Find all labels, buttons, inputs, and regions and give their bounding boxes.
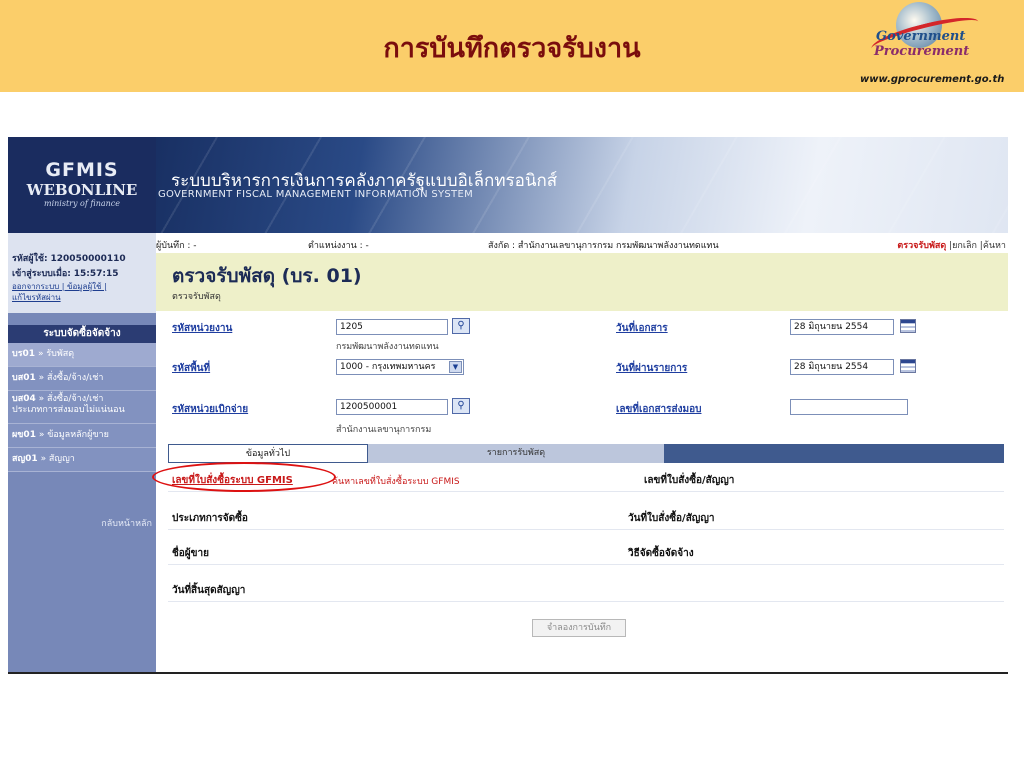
simulate-save-button[interactable]: จำลองการบันทึก [532, 619, 626, 637]
disbursing-unit-search-button[interactable]: ⚲ [452, 398, 470, 414]
row-divider [168, 564, 1004, 565]
menu-label: » สั่งซื้อ/จ้าง/เช่า [38, 394, 104, 404]
vendor-name-label: ชื่อผู้ขาย [172, 548, 209, 559]
magnifier-icon: ⚲ [457, 400, 465, 411]
login-time-value: 15:57:15 [73, 269, 119, 279]
logo-word-government: Government [876, 29, 966, 44]
posting-date-input[interactable]: 28 มิถุนายน 2554 [790, 359, 894, 375]
menu-label: » สั่งซื้อ/จ้าง/เช่า [38, 373, 104, 383]
page-title-band: ตรวจรับพัสดุ (บร. 01) ตรวจรับพัสดุ [156, 253, 1008, 311]
area-code-selected: 1000 - กรุงเทพมหานคร [340, 362, 436, 372]
recorder-info: ผู้บันทึก : - [156, 241, 197, 251]
info-bar: ผู้บันทึก : - ตำแหน่งงาน : - สังกัด : สำ… [156, 233, 1008, 253]
disbursing-unit-name-text: สำนักงานเลขานุการกรม [336, 425, 432, 435]
gfmis-po-search-link[interactable]: ค้นหาเลขที่ใบสั่งซื้อระบบ GFMIS [332, 474, 460, 488]
sidebar-item-pk01[interactable]: ผข01 » ข้อมูลหลักผู้ขาย [8, 424, 156, 448]
unit-name-text: กรมพัฒนาพลังงานทดแทน [336, 342, 439, 352]
chevron-down-icon[interactable]: ▼ [449, 361, 462, 373]
menu-label: » รับพัสดุ [37, 349, 75, 359]
gfmis-logo-line3: ministry of finance [43, 199, 120, 208]
user-links[interactable]: ออกจากระบบ | ข้อมูลผู้ใช้ | แก้ไขรหัสผ่า… [12, 281, 107, 303]
row-divider [168, 491, 1004, 492]
login-time-label: เข้าสู่ระบบเมื่อ: [12, 269, 71, 279]
doc-date-input[interactable]: 28 มิถุนายน 2554 [790, 319, 894, 335]
tab-bar: ข้อมูลทั่วไป รายการรับพัสดุ [168, 444, 1004, 463]
sidebar-item-sy01[interactable]: สญ01 » สัญญา [8, 448, 156, 472]
gprocurement-logo: Government Procurement www.gprocurement.… [860, 2, 1020, 90]
sidebar-item-bs01[interactable]: บส01 » สั่งซื้อ/จ้าง/เช่า [8, 367, 156, 391]
affiliation-info: สังกัด : สำนักงานเลขานุการกรม กรมพัฒนาพล… [488, 241, 719, 251]
row-divider [168, 529, 1004, 530]
doc-date-label[interactable]: วันที่เอกสาร [616, 321, 668, 336]
delivery-doc-input[interactable] [790, 399, 908, 415]
unit-code-input[interactable]: 1205 [336, 319, 448, 335]
action-cancel-link[interactable]: |ยกเลิก [949, 241, 977, 251]
po-contract-date-label: วันที่ใบสั่งซื้อ/สัญญา [628, 513, 715, 524]
unit-code-search-button[interactable]: ⚲ [452, 318, 470, 334]
menu-code: ผข01 [12, 430, 36, 440]
user-info-panel: รหัสผู้ใช้: 120050000110 เข้าสู่ระบบเมื่… [8, 233, 156, 313]
procurement-type-label: ประเภทการจัดซื้อ [172, 513, 248, 524]
menu-code: บส01 [12, 373, 36, 383]
posting-date-label[interactable]: วันที่ผ่านรายการ [616, 361, 687, 376]
menu-label-line2: ประเภทการส่งมอบไม่แน่นอน [12, 405, 125, 415]
sidebar-item-br01[interactable]: บร01 » รับพัสดุ [8, 343, 156, 367]
disbursing-unit-label[interactable]: รหัสหน่วยเบิกจ่าย [172, 402, 248, 417]
menu-code: บส04 [12, 394, 36, 404]
back-to-home-link[interactable]: กลับหน้าหลัก [101, 516, 152, 530]
sidebar: รหัสผู้ใช้: 120050000110 เข้าสู่ระบบเมื่… [8, 233, 156, 672]
change-password-link[interactable]: แก้ไขรหัสผ่าน [12, 292, 107, 303]
page-subtitle: ตรวจรับพัสดุ [172, 292, 221, 302]
login-time-line: เข้าสู่ระบบเมื่อ: 15:57:15 [12, 266, 119, 280]
user-id-value: 120050000110 [50, 254, 126, 264]
tab-received-items[interactable]: รายการรับพัสดุ [368, 444, 664, 463]
menu-label: » สัญญา [40, 454, 75, 464]
action-links: ตรวจรับพัสดุ |ยกเลิก |ค้นหา [897, 238, 1006, 252]
calendar-icon[interactable] [900, 319, 916, 333]
calendar-icon[interactable] [900, 359, 916, 373]
gfmis-logo: GFMIS WEBONLINE ministry of finance [8, 137, 156, 233]
magnifier-icon: ⚲ [457, 320, 465, 331]
sidebar-item-bs04[interactable]: บส04 » สั่งซื้อ/จ้าง/เช่า ประเภทการส่งมอ… [8, 391, 156, 424]
system-name-english: GOVERNMENT FISCAL MANAGEMENT INFORMATION… [158, 189, 474, 200]
office-info: ตำแหน่งงาน : - [308, 241, 369, 251]
logo-url: www.gprocurement.go.th [860, 74, 1005, 85]
user-id-line: รหัสผู้ใช้: 120050000110 [12, 251, 126, 265]
action-receive-link[interactable]: ตรวจรับพัสดุ [897, 241, 946, 251]
gfmis-app-window: GFMIS WEBONLINE ministry of finance ระบบ… [8, 137, 1008, 674]
highlight-oval [152, 462, 336, 492]
tab-general-info[interactable]: ข้อมูลทั่วไป [168, 444, 368, 463]
sidebar-section-title: ระบบจัดซื้อจัดจ้าง [8, 325, 156, 343]
slide-banner: การบันทึกตรวจรับงาน Government Procureme… [0, 0, 1024, 92]
gfmis-logo-line1: GFMIS [45, 159, 119, 181]
user-id-label: รหัสผู้ใช้: [12, 254, 48, 264]
menu-label: » ข้อมูลหลักผู้ขาย [38, 430, 109, 440]
contract-end-date-label: วันที่สิ้นสุดสัญญา [172, 585, 246, 596]
po-contract-number-label: เลขที่ใบสั่งซื้อ/สัญญา [644, 475, 735, 486]
menu-code: สญ01 [12, 454, 38, 464]
area-code-label[interactable]: รหัสพื้นที่ [172, 361, 210, 376]
page-title: ตรวจรับพัสดุ (บร. 01) [172, 265, 362, 287]
procurement-method-label: วิธีจัดซื้อจัดจ้าง [628, 548, 694, 559]
menu-code: บร01 [12, 349, 36, 359]
gfmis-logo-line2: WEBONLINE [26, 181, 138, 199]
logo-word-procurement: Procurement [874, 44, 970, 59]
action-search-link[interactable]: |ค้นหา [980, 241, 1006, 251]
disbursing-unit-input[interactable]: 1200500001 [336, 399, 448, 415]
logout-profile-link[interactable]: ออกจากระบบ | ข้อมูลผู้ใช้ | [12, 281, 107, 292]
row-divider [168, 601, 1004, 602]
main-content: ผู้บันทึก : - ตำแหน่งงาน : - สังกัด : สำ… [156, 233, 1008, 672]
delivery-doc-label[interactable]: เลขที่เอกสารส่งมอบ [616, 402, 701, 417]
unit-code-label[interactable]: รหัสหน่วยงาน [172, 321, 232, 336]
area-code-select[interactable]: 1000 - กรุงเทพมหานคร ▼ [336, 359, 464, 375]
